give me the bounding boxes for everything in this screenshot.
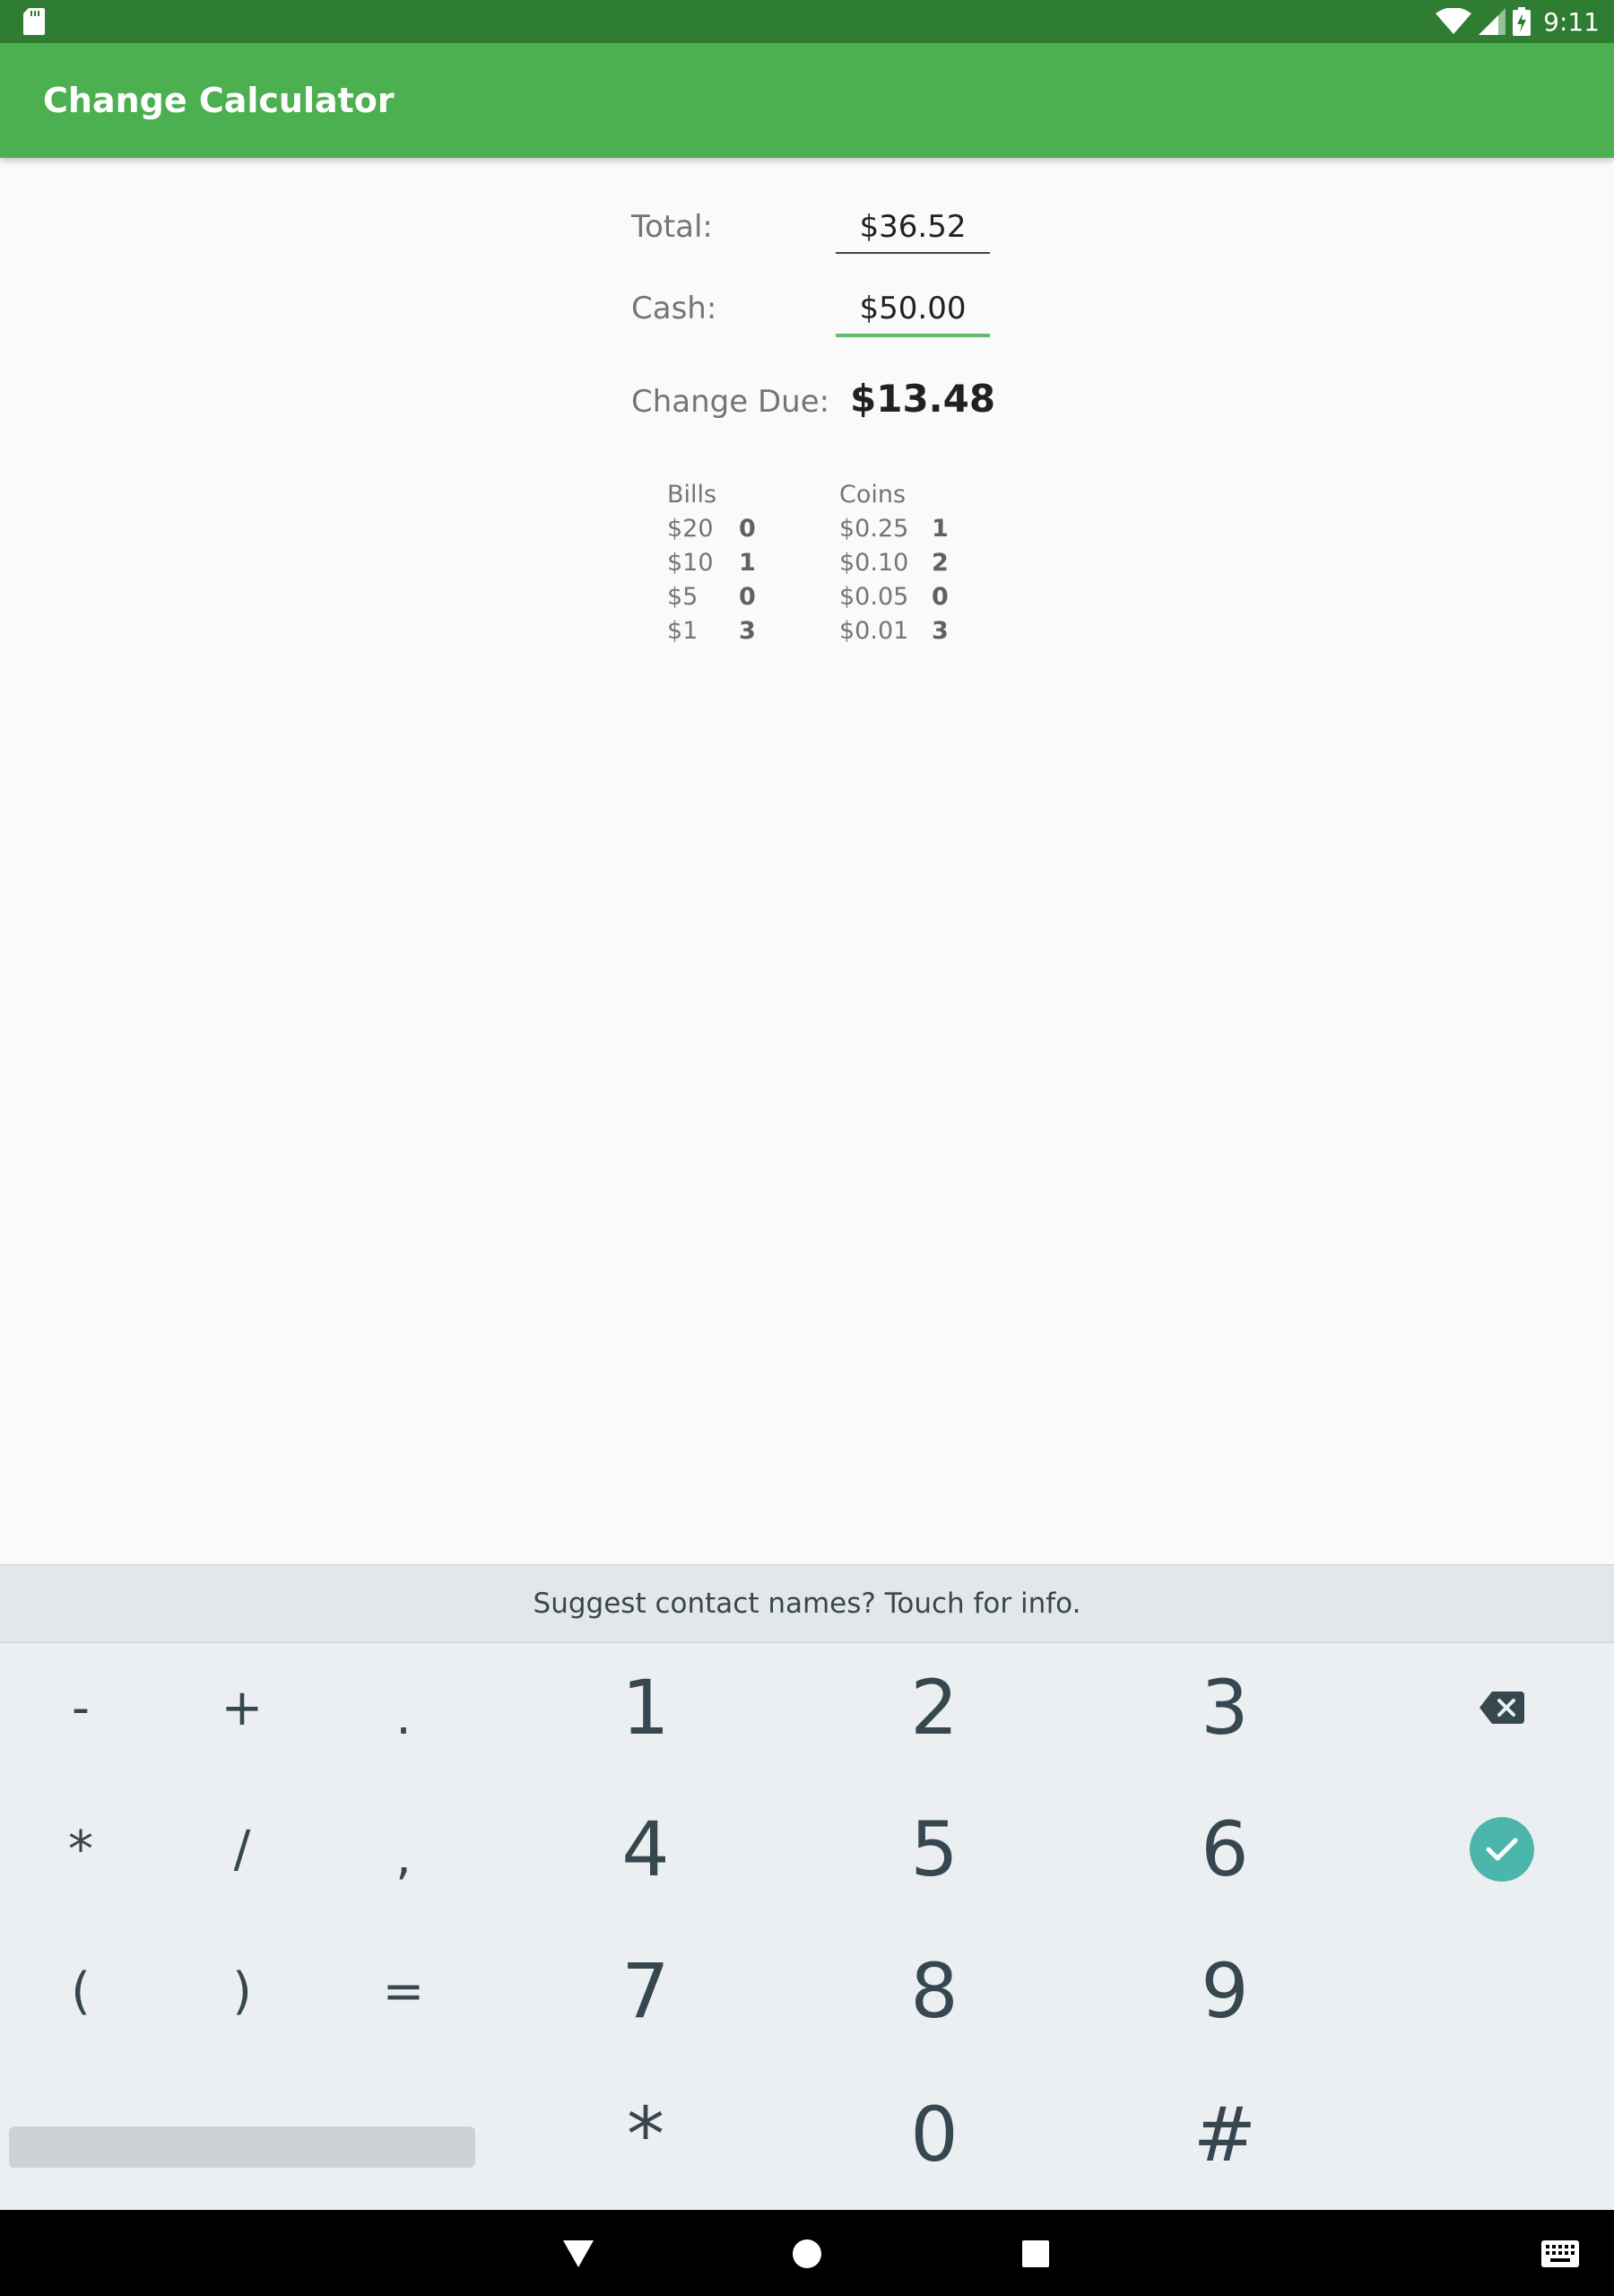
- battery-charging-icon: [1513, 7, 1532, 36]
- sd-card-icon: [23, 8, 45, 35]
- coin-row: $0.25 1: [839, 515, 949, 549]
- coins-header: Coins: [839, 481, 907, 509]
- key-1[interactable]: 1: [556, 1654, 735, 1761]
- status-time: 9:11: [1543, 6, 1600, 37]
- change-due-value: $13.48: [850, 377, 996, 421]
- bill-row: $5 0: [667, 583, 756, 617]
- coin-row: $0.10 2: [839, 549, 949, 583]
- coin-denomination: $0.01: [839, 617, 909, 645]
- key-7[interactable]: 7: [556, 1937, 735, 2045]
- bill-denomination: $10: [667, 549, 714, 577]
- app-bar: Change Calculator: [0, 43, 1614, 158]
- bill-row: $20 0: [667, 515, 756, 549]
- coin-count: 1: [932, 515, 949, 543]
- bill-denomination: $5: [667, 583, 699, 611]
- home-button[interactable]: [767, 2222, 847, 2285]
- checkmark-icon: [1486, 1838, 1518, 1861]
- coin-count: 2: [932, 549, 949, 577]
- key-slash[interactable]: /: [197, 1805, 287, 1894]
- bills-header: Bills: [667, 481, 717, 509]
- keyboard-switch-button[interactable]: [1524, 2231, 1596, 2276]
- key-star[interactable]: *: [556, 2081, 735, 2188]
- change-due-label: Change Due:: [631, 384, 830, 420]
- bills-breakdown: Bills $20 0 $10 1 $5 0 $1 3: [667, 481, 756, 651]
- key-9[interactable]: 9: [1135, 1937, 1315, 2045]
- recents-square-icon: [1022, 2240, 1049, 2267]
- key-equals[interactable]: =: [359, 1946, 448, 2036]
- status-bar: 9:11: [0, 0, 1614, 43]
- home-circle-icon: [793, 2239, 821, 2268]
- enter-button-circle: [1470, 1817, 1534, 1882]
- cash-label: Cash:: [631, 291, 717, 326]
- keyboard-suggestion-strip[interactable]: Suggest contact names? Touch for info.: [0, 1564, 1614, 1643]
- key-hash[interactable]: #: [1135, 2081, 1315, 2188]
- coin-row: $0.05 0: [839, 583, 949, 617]
- coins-breakdown: Coins $0.25 1 $0.10 2 $0.05 0 $0.01 3: [839, 481, 949, 651]
- numeric-keyboard: Suggest contact names? Touch for info. -…: [0, 1564, 1614, 2210]
- cash-input[interactable]: $50.00: [836, 291, 990, 337]
- wifi-icon: [1436, 8, 1472, 34]
- bill-denomination: $20: [667, 515, 714, 543]
- keyboard-icon: [1541, 2240, 1579, 2267]
- key-6[interactable]: 6: [1135, 1796, 1315, 1903]
- key-plus[interactable]: +: [197, 1663, 287, 1752]
- total-input[interactable]: $36.52: [836, 209, 990, 254]
- coin-denomination: $0.10: [839, 549, 909, 577]
- key-minus[interactable]: -: [36, 1663, 126, 1752]
- bill-denomination: $1: [667, 617, 699, 645]
- back-triangle-icon: [563, 2240, 594, 2267]
- cell-signal-icon: [1479, 8, 1506, 35]
- bill-count: 3: [739, 617, 756, 645]
- key-star-symbol[interactable]: *: [36, 1805, 126, 1894]
- key-8[interactable]: 8: [845, 1937, 1024, 2045]
- coin-denomination: $0.25: [839, 515, 909, 543]
- key-5[interactable]: 5: [845, 1796, 1024, 1903]
- bill-count: 0: [739, 583, 756, 611]
- key-3[interactable]: 3: [1135, 1654, 1315, 1761]
- backspace-key[interactable]: [1453, 1663, 1551, 1752]
- bill-count: 0: [739, 515, 756, 543]
- back-button[interactable]: [538, 2222, 619, 2285]
- bill-count: 1: [739, 549, 756, 577]
- backspace-icon: [1480, 1692, 1524, 1724]
- total-label: Total:: [631, 209, 713, 245]
- key-4[interactable]: 4: [556, 1796, 735, 1903]
- key-period[interactable]: .: [359, 1672, 448, 1761]
- app-title: Change Calculator: [43, 81, 395, 120]
- key-0[interactable]: 0: [845, 2081, 1024, 2188]
- navigation-bar: [0, 2210, 1614, 2296]
- enter-key[interactable]: [1453, 1805, 1551, 1894]
- key-close-paren[interactable]: ): [197, 1946, 287, 2036]
- recents-button[interactable]: [995, 2222, 1076, 2285]
- key-comma[interactable]: ,: [359, 1812, 448, 1901]
- space-key[interactable]: [9, 2126, 475, 2168]
- coin-count: 3: [932, 617, 949, 645]
- coin-row: $0.01 3: [839, 617, 949, 651]
- bill-row: $10 1: [667, 549, 756, 583]
- key-open-paren[interactable]: (: [36, 1946, 126, 2036]
- key-2[interactable]: 2: [845, 1654, 1024, 1761]
- coin-denomination: $0.05: [839, 583, 909, 611]
- bill-row: $1 3: [667, 617, 756, 651]
- coin-count: 0: [932, 583, 949, 611]
